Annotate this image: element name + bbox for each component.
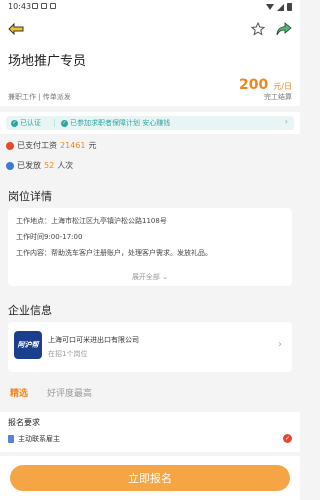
verified-label: 已认证 — [20, 119, 41, 127]
chevron-right-icon: › — [278, 339, 282, 350]
company-section-title: 企业信息 — [8, 304, 52, 317]
job-title: 场地推广专员 — [8, 54, 87, 69]
top-bar — [0, 14, 300, 44]
requirement-label: 主动联系雇主 — [18, 435, 60, 443]
work-content: 工作内容：帮助洗车客户注册账户，处理客户需求。发放礼品。 — [16, 249, 212, 257]
company-open-positions: 在招1个岗位 — [48, 350, 88, 358]
bottom-bar: 立即报名 — [0, 456, 300, 500]
status-right-icons — [266, 3, 292, 11]
status-icons — [32, 3, 56, 9]
requirements-title: 报名要求 — [8, 418, 40, 427]
salary-unit: 元/日 — [273, 82, 292, 91]
issued-stat: 已发放 52 人次 — [6, 160, 73, 171]
settlement-type: 完工结算 — [264, 93, 292, 101]
company-card[interactable]: 阿沪帮 上海可口可米进出口有限公司 在招1个岗位 › — [8, 322, 292, 372]
people-icon — [6, 161, 14, 170]
requirement-item: 主动联系雇主 — [8, 434, 60, 444]
job-header: 场地推广专员 200 元/日 兼职工作 | 传单派发 完工结算 — [0, 44, 300, 106]
star-icon — [251, 22, 265, 36]
gallery-icon — [41, 3, 47, 9]
status-time: 10:43 — [8, 2, 32, 11]
download-icon — [50, 3, 56, 9]
expand-label: 展开全部 — [131, 273, 160, 281]
signal-icon — [277, 3, 284, 11]
paid-stat: 已支付工资 21461 元 — [6, 140, 96, 151]
status-bar: 10:43 — [0, 0, 300, 14]
wifi-icon — [266, 4, 274, 10]
paid-suffix: 元 — [88, 141, 97, 150]
chevron-right-icon: › — [284, 117, 288, 126]
salary: 200 元/日 — [239, 74, 292, 93]
tab-featured[interactable]: 精选 — [10, 386, 28, 399]
chevron-down-icon: ⌄ — [162, 273, 169, 281]
share-arrow-icon — [276, 22, 292, 36]
phone-icon — [8, 435, 14, 443]
company-name: 上海可口可米进出口有限公司 — [48, 336, 139, 344]
tag-bar: ✓ 已认证 ✓ 已参加求职者保障计划 安心赚钱 › — [0, 112, 300, 134]
issued-value: 52 — [44, 161, 55, 170]
review-tabs: 精选 好评度最高 — [0, 380, 300, 406]
job-type: 兼职工作 | 传单派发 — [8, 93, 71, 101]
share-button[interactable] — [274, 19, 294, 39]
guarantee-label: 已参加求职者保障计划 安心赚钱 — [70, 119, 171, 127]
company-logo: 阿沪帮 — [14, 331, 42, 359]
detail-card: 工作地点：上海市松江区九亭镇沪松公路1108号 工作时间9:00-17:00 工… — [8, 208, 292, 286]
favorite-button[interactable] — [248, 19, 268, 39]
tab-top-rated[interactable]: 好评度最高 — [47, 386, 92, 399]
company-logo-text: 阿沪帮 — [17, 341, 39, 349]
guarantee-tag: ✓ 已参加求职者保障计划 安心赚钱 — [61, 118, 170, 128]
tag-divider — [54, 119, 55, 127]
verified-icon: ✓ — [11, 119, 18, 127]
paid-prefix: 已支付工资 — [17, 141, 57, 150]
work-location: 工作地点：上海市松江区九亭镇沪松公路1108号 — [16, 217, 167, 225]
issued-suffix: 人次 — [57, 161, 74, 170]
verified-tag: ✓ 已认证 — [11, 118, 41, 128]
expand-all-button[interactable]: 展开全部 ⌄ — [8, 272, 292, 282]
paid-value: 21461 — [60, 141, 86, 150]
guarantee-strip[interactable]: ✓ 已认证 ✓ 已参加求职者保障计划 安心赚钱 › — [6, 116, 294, 130]
apply-button[interactable]: 立即报名 — [10, 465, 290, 491]
salary-amount: 200 — [238, 77, 269, 93]
notification-icon — [32, 3, 38, 9]
money-icon — [6, 141, 14, 150]
detail-section-title: 岗位详情 — [8, 190, 52, 203]
battery-icon — [287, 3, 292, 11]
requirements-section: 报名要求 主动联系雇主 ✓ — [0, 412, 300, 452]
back-arrow-icon — [8, 23, 24, 35]
work-time: 工作时间9:00-17:00 — [16, 233, 83, 241]
back-button[interactable] — [6, 19, 26, 39]
issued-prefix: 已发放 — [17, 161, 41, 170]
check-icon: ✓ — [283, 434, 292, 443]
guarantee-icon: ✓ — [61, 119, 68, 127]
